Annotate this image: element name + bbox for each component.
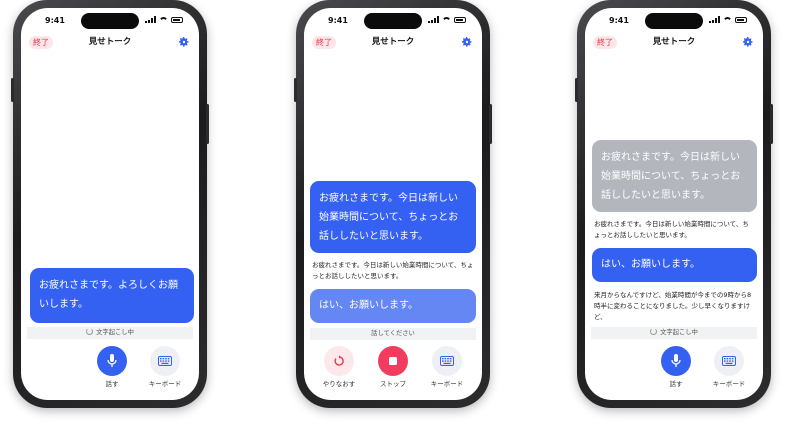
keyboard-button[interactable]: [432, 346, 462, 376]
signal-icon: [428, 16, 439, 23]
mic-icon: [671, 354, 681, 367]
phone-1: 9:41 終了 見せトーク お疲れさまです。よろしくお願いします。 文字起こし中…: [11, 0, 209, 408]
mic-icon: [107, 354, 117, 367]
stop-button[interactable]: [378, 346, 408, 376]
status-text: 文字起こし中: [660, 329, 698, 336]
wifi-icon: [723, 16, 732, 23]
status-time: 9:41: [45, 16, 65, 25]
status-time: 9:41: [328, 16, 348, 25]
keyboard-icon: [440, 356, 454, 366]
phone-2: 9:41 終了 見せトーク お疲れさまです。今日は新しい始業時間について、ちょっ…: [294, 0, 492, 408]
redo-icon: [334, 355, 344, 366]
status-bar: 9:41: [304, 14, 482, 28]
status-time: 9:41: [609, 16, 629, 25]
reply-bubble: はい、お願いします。: [592, 248, 757, 282]
redo-button[interactable]: [324, 346, 354, 376]
gear-icon[interactable]: [178, 36, 190, 48]
talk-label: 話す: [669, 380, 683, 388]
wifi-icon: [159, 16, 168, 23]
keyboard-icon: [722, 356, 736, 366]
nav-bar: 終了 見せトーク: [304, 34, 482, 52]
screen-2: 9:41 終了 見せトーク お疲れさまです。今日は新しい始業時間について、ちょっ…: [304, 8, 482, 400]
page-title: 見せトーク: [88, 37, 132, 47]
keyboard-label: キーボード: [712, 380, 746, 388]
signal-icon: [709, 16, 720, 23]
keyboard-label: キーボード: [148, 380, 182, 388]
signal-icon: [145, 16, 156, 23]
wifi-icon: [442, 16, 451, 23]
stop-label: ストップ: [380, 380, 406, 388]
transcript-text: お疲れさまです。今日は新しい始業時間について、ちょっとお話ししたいと思います。: [594, 220, 749, 239]
status-text: 文字起こし中: [96, 329, 134, 336]
gear-icon[interactable]: [742, 36, 754, 48]
previous-speech-bubble: お疲れさまです。今日は新しい始業時間について、ちょっとお話ししたいと思います。: [592, 140, 757, 212]
live-transcript: 来月からなんですけど、始業時間が今までの9時から8時半に変わることになりました。…: [594, 291, 752, 321]
page-title: 見せトーク: [371, 37, 415, 47]
phone-3: 9:41 終了 見せトーク お疲れさまです。今日は新しい始業時間について、ちょっ…: [575, 0, 773, 408]
speech-bubble: お疲れさまです。よろしくお願いします。: [30, 268, 194, 323]
spinner-icon: [650, 328, 658, 335]
talk-button[interactable]: [97, 346, 127, 376]
redo-label: やりなおす: [322, 380, 356, 388]
battery-icon: [735, 16, 747, 23]
keyboard-button[interactable]: [150, 346, 180, 376]
battery-icon: [171, 16, 183, 23]
status-bar: 9:41: [21, 14, 199, 28]
nav-bar: 終了 見せトーク: [21, 34, 199, 52]
spinner-icon: [86, 328, 94, 335]
transcribing-status: 文字起こし中: [27, 327, 193, 339]
reply-bubble: はい、お願いします。: [310, 289, 476, 323]
battery-icon: [454, 16, 466, 23]
transcript-text: お疲れさまです。今日は新しい始業時間について、ちょっとお話ししたいと思います。: [312, 261, 474, 280]
gear-icon[interactable]: [461, 36, 473, 48]
page-title: 見せトーク: [652, 37, 696, 47]
speak-prompt: 話してください: [310, 328, 476, 340]
screen-1: 9:41 終了 見せトーク お疲れさまです。よろしくお願いします。 文字起こし中…: [21, 8, 199, 400]
keyboard-button[interactable]: [714, 346, 744, 376]
keyboard-label: キーボード: [430, 380, 464, 388]
keyboard-icon: [158, 356, 172, 366]
stop-icon: [389, 357, 397, 365]
talk-button[interactable]: [661, 346, 691, 376]
nav-bar: 終了 見せトーク: [585, 34, 763, 52]
transcribing-status: 文字起こし中: [591, 327, 757, 339]
status-bar: 9:41: [585, 14, 763, 28]
screen-3: 9:41 終了 見せトーク お疲れさまです。今日は新しい始業時間について、ちょっ…: [585, 8, 763, 400]
talk-label: 話す: [105, 380, 119, 388]
speech-bubble: お疲れさまです。今日は新しい始業時間について、ちょっとお話ししたいと思います。: [310, 181, 476, 253]
